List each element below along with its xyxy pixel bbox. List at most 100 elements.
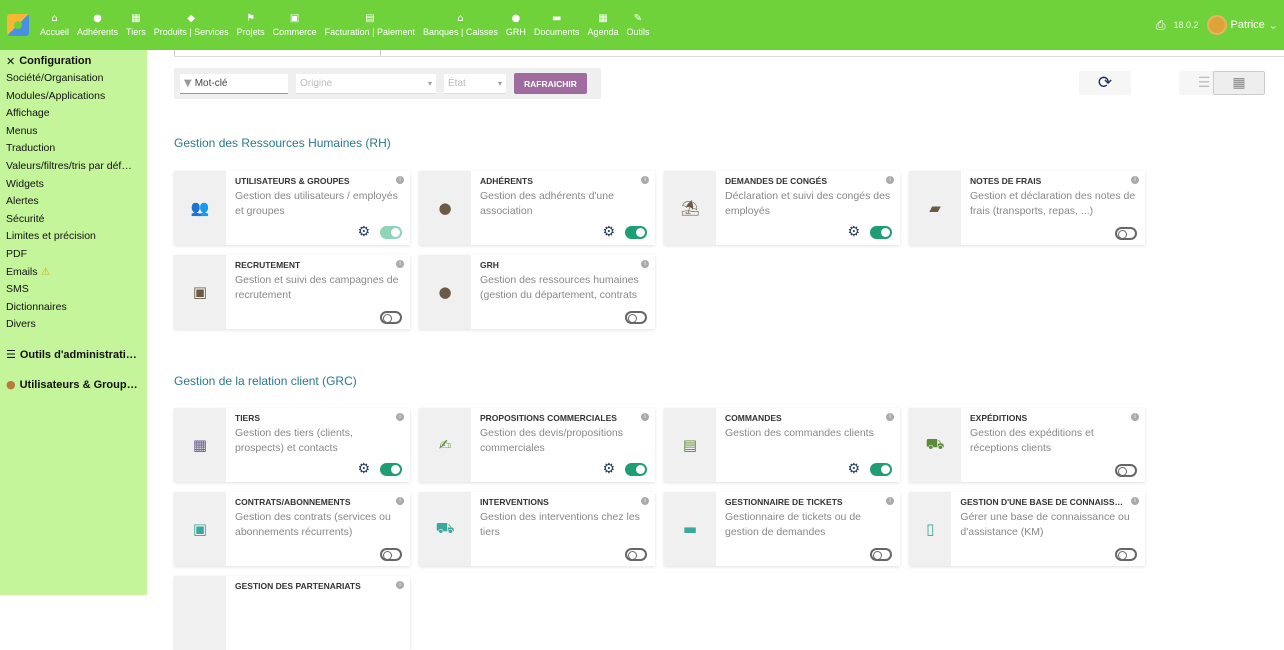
nav-item-projets[interactable]: ⚑ Projets (233, 0, 269, 50)
module-toggle[interactable] (380, 462, 402, 476)
module-card: ▤ COMMANDES i Gestion des commandes clients… (664, 408, 900, 482)
nav-item-adh-rents[interactable]: ● Adhérents (73, 0, 122, 50)
nav-item-facturation-paiement[interactable]: ▤ Facturation | Paiement (321, 0, 419, 50)
sidebar-item[interactable]: Valeurs/filtres/tris par déf… (6, 158, 147, 176)
sidebar-heading-label: Configuration (19, 55, 92, 67)
module-description: Gestion et suivi des campagnes de recrut… (235, 274, 399, 301)
printer-icon[interactable]: ⎙ (1156, 18, 1166, 33)
state-select[interactable]: État ▾ (444, 73, 506, 94)
grid-view-icon[interactable]: ▦ (1213, 71, 1265, 95)
module-toggle[interactable] (625, 225, 647, 239)
module-title: INTERVENTIONS (480, 497, 549, 507)
sidebar-item[interactable]: SMS (6, 281, 147, 299)
sidebar-item[interactable]: Société/Organisation (6, 70, 147, 88)
nav-item-accueil[interactable]: ⌂ Accueil (36, 0, 73, 50)
origin-select[interactable]: Origine ▾ (296, 73, 436, 94)
sidebar-item-label: Traduction (6, 142, 56, 155)
info-icon[interactable]: i (886, 497, 894, 505)
folder-icon: ▬ (551, 13, 562, 24)
module-toggle[interactable] (380, 225, 402, 239)
divider (174, 56, 1284, 57)
info-icon[interactable]: i (886, 413, 894, 421)
module-title: GRH (480, 260, 499, 270)
module-title: COMMANDES (725, 413, 782, 423)
module-toggle[interactable] (870, 548, 892, 561)
nav-item-produits-services[interactable]: ◆ Produits | Services (150, 0, 233, 50)
module-description: Gestion des ressources humaines (gestion… (480, 274, 639, 301)
sidebar-item-label: SMS (6, 283, 29, 296)
gear-icon[interactable]: ⚙ (357, 224, 370, 240)
module-toggle[interactable] (1115, 227, 1137, 240)
module-toggle[interactable] (380, 311, 402, 324)
nav-item-tiers[interactable]: ▦ Tiers (122, 0, 150, 50)
user-menu[interactable]: Patrice ⌄ (1206, 15, 1278, 35)
info-icon[interactable]: i (396, 260, 404, 268)
sidebar-item[interactable]: Modules/Applications (6, 88, 147, 106)
info-icon[interactable]: i (396, 176, 404, 184)
nav-item-agenda[interactable]: ▦ Agenda (583, 0, 622, 50)
sidebar-item[interactable]: Limites et précision (6, 228, 147, 246)
info-icon[interactable]: i (396, 413, 404, 421)
filter-icon: ▼ (184, 77, 192, 89)
info-icon[interactable]: i (396, 581, 404, 589)
sidebar-item[interactable]: Affichage (6, 105, 147, 123)
module-card: ● ADHÉRENTS i Gestion des adhérents d'une a… (419, 171, 655, 245)
module-toggle[interactable] (625, 548, 647, 561)
info-icon[interactable]: i (641, 176, 649, 184)
sidebar-item[interactable]: Menus (6, 123, 147, 141)
sidebar-item[interactable]: Alertes (6, 193, 147, 211)
sidebar-users-groups[interactable]: ● Utilisateurs & Group… (6, 376, 147, 394)
module-toggle[interactable] (380, 548, 402, 561)
sidebar-admin-tools[interactable]: ☰ Outils d'administrati… (6, 346, 147, 364)
refresh-button[interactable]: RAFRAICHIR (514, 73, 587, 94)
app-logo[interactable] (0, 0, 36, 50)
nav-item-outils[interactable]: ✎ Outils (622, 0, 653, 50)
gear-icon[interactable]: ⚙ (602, 461, 615, 477)
module-toggle[interactable] (1115, 548, 1137, 561)
info-icon[interactable]: i (1131, 413, 1139, 421)
module-title: CONTRATS/ABONNEMENTS (235, 497, 351, 507)
gear-icon[interactable]: ⚙ (847, 461, 860, 477)
section-title-rh: Gestion des Ressources Humaines (RH) (174, 136, 391, 150)
user-icon: ● (6, 378, 16, 392)
module-title: GESTION D'UNE BASE DE CONNAISS… (960, 497, 1123, 507)
info-icon[interactable]: i (641, 497, 649, 505)
sidebar-item[interactable]: Widgets (6, 176, 147, 194)
wrench-icon: ✎ (633, 13, 643, 24)
info-icon[interactable]: i (641, 413, 649, 421)
bank-icon: ⌂ (457, 13, 464, 24)
module-description: Gestion des contrats (services ou abonne… (235, 511, 391, 538)
gear-icon[interactable]: ⚙ (357, 461, 370, 477)
sidebar-item[interactable]: Emails ⚠ (6, 264, 147, 282)
module-toggle[interactable] (1115, 464, 1137, 477)
module-toggle[interactable] (870, 462, 892, 476)
sidebar-item[interactable]: Traduction (6, 140, 147, 158)
info-icon[interactable]: i (641, 260, 649, 268)
sidebar-item-label: Widgets (6, 177, 44, 190)
nav-item-commerce[interactable]: ▣ Commerce (269, 0, 321, 50)
module-toggle[interactable] (870, 225, 892, 239)
module-toggle[interactable] (625, 462, 647, 476)
sidebar-item[interactable]: Dictionnaires (6, 299, 147, 317)
reload-icon[interactable]: ⟳ (1079, 71, 1131, 95)
info-icon[interactable]: i (886, 176, 894, 184)
tools-icon: ✕ (6, 54, 16, 68)
info-icon[interactable]: i (1131, 176, 1139, 184)
sidebar-item[interactable]: Sécurité (6, 211, 147, 229)
info-icon[interactable]: i (1131, 497, 1139, 505)
nav-item-banques-caisses[interactable]: ⌂ Banques | Caisses (419, 0, 502, 50)
info-icon[interactable]: i (396, 497, 404, 505)
module-card: ▬ GESTIONNAIRE DE TICKETS i Gestionnaire de… (664, 492, 900, 566)
keyword-field[interactable]: ▼ Mot-clé (180, 73, 288, 94)
sidebar-heading-configuration[interactable]: ✕ Configuration (6, 52, 147, 70)
module-title: GESTIONNAIRE DE TICKETS (725, 497, 843, 507)
gear-icon[interactable]: ⚙ (847, 224, 860, 240)
module-toggle[interactable] (625, 311, 647, 324)
book-icon: ▯ (909, 492, 952, 566)
gear-icon[interactable]: ⚙ (602, 224, 615, 240)
sidebar-item[interactable]: Divers (6, 316, 147, 334)
sidebar-item[interactable]: PDF (6, 246, 147, 264)
sidebar-users-groups-label: Utilisateurs & Group… (19, 378, 138, 391)
nav-item-documents[interactable]: ▬ Documents (530, 0, 584, 50)
nav-item-grh[interactable]: ● GRH (502, 0, 530, 50)
